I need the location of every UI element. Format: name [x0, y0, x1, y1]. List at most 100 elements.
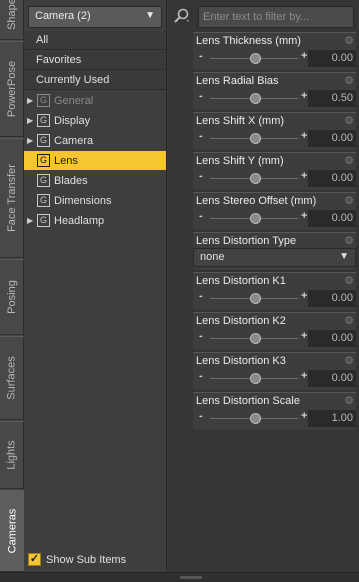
tree-item-blades[interactable]: G Blades — [24, 171, 166, 190]
gear-icon[interactable]: ⚙ — [344, 354, 354, 367]
filter-bar — [168, 6, 359, 28]
slider-knob[interactable] — [250, 213, 261, 224]
slider-knob[interactable] — [250, 133, 261, 144]
property-lens-radial-bias: Lens Radial Bias ⚙ - +0.50 — [193, 72, 356, 110]
increment-button[interactable]: + — [301, 210, 307, 222]
value-field[interactable]: 0.00 — [308, 330, 356, 347]
vtab-lights[interactable]: Lights — [0, 421, 24, 489]
select-value: none — [200, 251, 225, 263]
vtab-label: Shape — [6, 0, 18, 30]
vtab-label: Lights — [6, 440, 19, 470]
increment-button[interactable]: + — [301, 410, 307, 422]
value-field[interactable]: 1.00 — [308, 410, 356, 427]
decrement-button[interactable]: - — [199, 410, 203, 422]
filter-item-favorites[interactable]: Favorites — [24, 51, 166, 70]
property-lens-distortion-k2: Lens Distortion K2 ⚙ - +0.00 — [193, 312, 356, 350]
gear-icon[interactable]: ⚙ — [344, 74, 354, 87]
decrement-button[interactable]: - — [199, 210, 203, 222]
resize-grip[interactable] — [180, 576, 202, 579]
value-field[interactable]: 0.00 — [308, 130, 356, 147]
increment-button[interactable]: + — [301, 50, 307, 62]
slider-knob[interactable] — [250, 333, 261, 344]
gear-icon[interactable]: ⚙ — [344, 34, 354, 47]
increment-button[interactable]: + — [301, 330, 307, 342]
value-field[interactable]: 0.00 — [308, 370, 356, 387]
property-lens-thickness-mm: Lens Thickness (mm) ⚙ - +0.00 — [193, 32, 356, 70]
gear-icon[interactable]: ⚙ — [344, 194, 354, 207]
vtab-label: Posing — [6, 280, 19, 314]
property-label: Lens Distortion K2 — [196, 315, 286, 327]
tree-item-lens[interactable]: G Lens — [24, 151, 166, 170]
value-field[interactable]: 0.00 — [308, 50, 356, 67]
value-field[interactable]: 0.00 — [308, 210, 356, 227]
increment-button[interactable]: + — [301, 290, 307, 302]
slider-knob[interactable] — [250, 173, 261, 184]
category-dropdown[interactable]: Camera (2) ▼ — [28, 6, 162, 28]
tree-item-label: Lens — [54, 154, 78, 167]
search-icon[interactable] — [173, 8, 195, 26]
gear-icon[interactable]: ⚙ — [344, 274, 354, 287]
tree-item-label: Dimensions — [54, 194, 112, 207]
vtab-label: PowerPose — [6, 60, 19, 118]
tree-item-label: General — [54, 94, 94, 107]
tree-item-camera[interactable]: ▶ G Camera — [24, 131, 166, 150]
tree-item-label: Camera — [54, 134, 94, 147]
tree-item-headlamp[interactable]: ▶ G Headlamp — [24, 211, 166, 230]
gear-icon[interactable]: ⚙ — [344, 114, 354, 127]
bottom-resize-strip[interactable] — [0, 572, 359, 582]
slider-knob[interactable] — [250, 93, 261, 104]
tree-item-label: Headlamp — [54, 214, 105, 227]
distortion-type-select[interactable]: none ▼ — [193, 248, 356, 267]
vtab-posing[interactable]: Posing — [0, 259, 24, 335]
filter-item-currently-used[interactable]: Currently Used — [24, 71, 166, 90]
vtab-surfaces[interactable]: Surfaces — [0, 336, 24, 420]
expand-arrow-icon[interactable]: ▶ — [27, 116, 37, 125]
property-label: Lens Stereo Offset (mm) — [196, 195, 317, 207]
increment-button[interactable]: + — [301, 90, 307, 102]
expand-arrow-icon[interactable]: ▶ — [27, 216, 37, 225]
property-label: Lens Radial Bias — [196, 75, 279, 87]
gear-icon[interactable]: ⚙ — [344, 234, 354, 247]
group-icon: G — [37, 194, 50, 207]
slider-knob[interactable] — [250, 293, 261, 304]
decrement-button[interactable]: - — [199, 330, 203, 342]
chevron-down-icon: ▼ — [145, 10, 155, 21]
increment-button[interactable]: + — [301, 130, 307, 142]
increment-button[interactable]: + — [301, 370, 307, 382]
group-icon: G — [37, 214, 50, 227]
property-label: Lens Distortion Scale — [196, 395, 300, 407]
vtab-label: Surfaces — [6, 356, 19, 400]
slider-knob[interactable] — [250, 413, 261, 424]
decrement-button[interactable]: - — [199, 370, 203, 382]
vtab-cameras[interactable]: Cameras — [0, 490, 24, 572]
show-sub-items-toggle[interactable]: ✓ Show Sub Items — [28, 553, 126, 566]
value-field[interactable]: 0.00 — [308, 290, 356, 307]
increment-button[interactable]: + — [301, 170, 307, 182]
decrement-button[interactable]: - — [199, 90, 203, 102]
tree-item-label: Display — [54, 114, 91, 127]
checkbox-checked-icon[interactable]: ✓ — [28, 553, 41, 566]
value-field[interactable]: 0.00 — [308, 170, 356, 187]
property-lens-shift-x-mm: Lens Shift X (mm) ⚙ - +0.00 — [193, 112, 356, 150]
decrement-button[interactable]: - — [199, 50, 203, 62]
vtab-powerpose[interactable]: PowerPose — [0, 41, 24, 137]
decrement-button[interactable]: - — [199, 170, 203, 182]
value-field[interactable]: 0.50 — [308, 90, 356, 107]
expand-arrow-icon[interactable]: ▶ — [27, 96, 37, 105]
vtab-shape[interactable]: Shape — [0, 0, 24, 40]
tree-item-dimensions[interactable]: G Dimensions — [24, 191, 166, 210]
gear-icon[interactable]: ⚙ — [344, 394, 354, 407]
slider-knob[interactable] — [250, 53, 261, 64]
property-group-panel: Camera (2) ▼ All Favorites Currently Used … — [24, 0, 167, 572]
slider-knob[interactable] — [250, 373, 261, 384]
expand-arrow-icon[interactable]: ▶ — [27, 136, 37, 145]
tree-item-general[interactable]: ▶ G General — [24, 91, 166, 110]
decrement-button[interactable]: - — [199, 130, 203, 142]
filter-input[interactable] — [198, 6, 354, 28]
gear-icon[interactable]: ⚙ — [344, 314, 354, 327]
vtab-face-transfer[interactable]: Face Transfer — [0, 138, 24, 258]
filter-item-all[interactable]: All — [24, 31, 166, 50]
tree-item-display[interactable]: ▶ G Display — [24, 111, 166, 130]
decrement-button[interactable]: - — [199, 290, 203, 302]
gear-icon[interactable]: ⚙ — [344, 154, 354, 167]
